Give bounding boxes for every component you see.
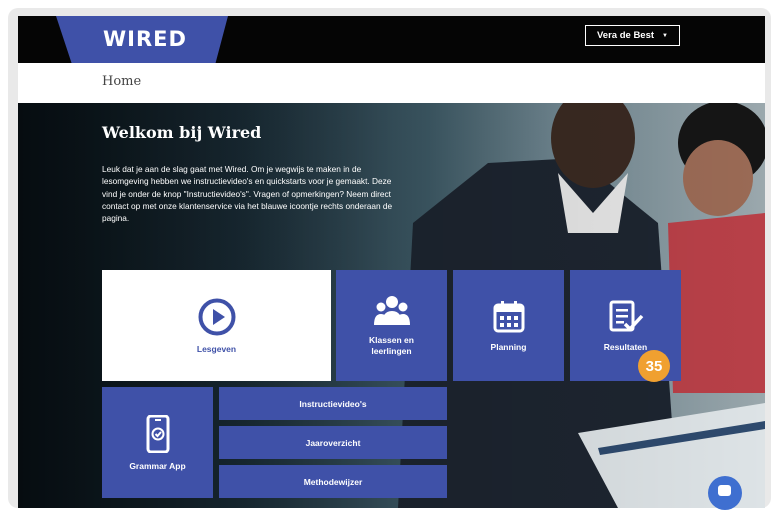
planning-tile[interactable]: Planning [453, 270, 564, 381]
methodewijzer-button[interactable]: Methodewijzer [219, 465, 447, 498]
resultaten-label: Resultaten [603, 341, 648, 352]
app-screen: WIRED Vera de Best ▼ Home Welkom bij Wir… [18, 16, 765, 508]
step-number-badge: 35 [638, 350, 670, 382]
checklist-icon [609, 300, 643, 332]
user-name: Vera de Best [597, 30, 655, 41]
chat-icon[interactable] [708, 476, 742, 510]
caret-down-icon: ▼ [662, 32, 668, 39]
calendar-icon [493, 300, 524, 332]
planning-label: Planning [490, 341, 527, 352]
klassen-tile[interactable]: Klassen en leerlingen [336, 270, 447, 381]
intro-text: Leuk dat je aan de slag gaat met Wired. … [102, 164, 393, 224]
lesgeven-label: Lesgeven [196, 343, 237, 354]
jaaroverzicht-button[interactable]: Jaaroverzicht [219, 426, 447, 459]
page-title: Welkom bij Wired [102, 123, 262, 142]
grammar-app-label: Grammar App [129, 460, 186, 471]
play-icon [198, 298, 235, 335]
user-menu-dropdown[interactable]: Vera de Best ▼ [585, 25, 680, 46]
people-icon [373, 295, 410, 325]
logo[interactable]: WIRED [103, 27, 187, 51]
phone-check-icon [146, 414, 169, 453]
breadcrumb: Home [18, 63, 765, 103]
grammar-app-tile[interactable]: Grammar App [102, 387, 213, 498]
klassen-label: Klassen en leerlingen [369, 334, 414, 356]
breadcrumb-home[interactable]: Home [102, 74, 141, 89]
hero-section: Welkom bij Wired Leuk dat je aan de slag… [18, 103, 765, 508]
instructievideos-button[interactable]: Instructievideo's [219, 387, 447, 420]
lesgeven-tile[interactable]: Lesgeven [102, 270, 331, 381]
top-bar: WIRED Vera de Best ▼ [18, 16, 765, 68]
